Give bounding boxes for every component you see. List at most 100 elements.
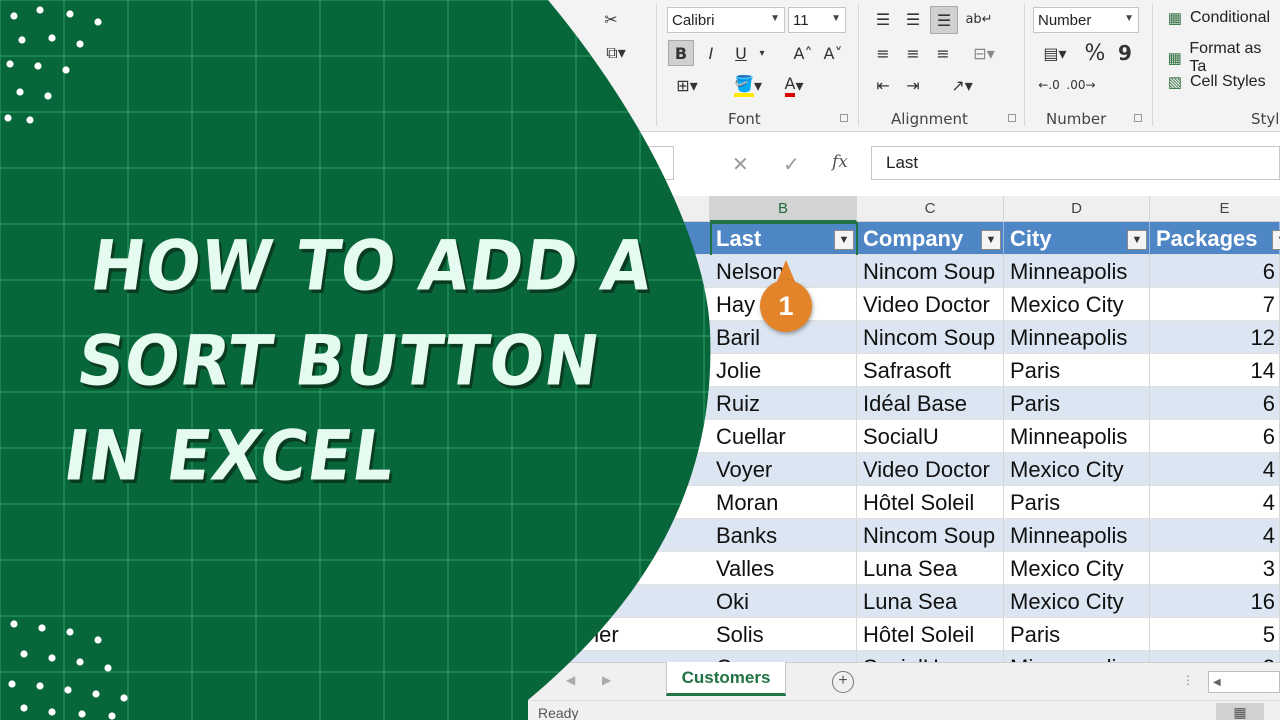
increase-font-icon[interactable]: A˄ xyxy=(790,40,816,66)
cell-company[interactable]: Video Doctor xyxy=(857,453,1004,486)
formula-input[interactable]: Last xyxy=(871,146,1280,180)
underline-button[interactable]: U xyxy=(728,40,754,66)
cell-company[interactable]: Hôtel Soleil xyxy=(857,486,1004,519)
align-top-icon[interactable]: ☰ xyxy=(870,6,896,32)
cell-company[interactable]: Idéal Base xyxy=(857,387,1004,420)
fill-color-icon[interactable]: 🪣 ▾ xyxy=(728,72,768,98)
more-icon[interactable]: ⋮ xyxy=(1182,673,1194,687)
cell-city[interactable]: Minneapolis xyxy=(1004,420,1150,453)
cell-styles-button[interactable]: ▧ Cell Styles xyxy=(1164,72,1266,92)
cell-city[interactable]: Mexico City xyxy=(1004,552,1150,585)
cell-city[interactable]: Minneapolis xyxy=(1004,519,1150,552)
cell-city[interactable]: Paris xyxy=(1004,618,1150,651)
row-number[interactable]: 13 xyxy=(535,618,557,651)
cell-company[interactable]: Nincom Soup xyxy=(857,519,1004,552)
font-color-icon[interactable]: A ▾ xyxy=(774,72,814,98)
decrease-font-icon[interactable]: A˅ xyxy=(820,40,846,66)
cell-last[interactable]: Ruiz xyxy=(710,387,857,420)
cell-first[interactable]: Sonia xyxy=(560,552,616,585)
cell-last[interactable]: Jolie xyxy=(710,354,857,387)
orientation-icon[interactable]: ↗▾ xyxy=(942,72,982,98)
font-name-select[interactable]: Calibri ▼ xyxy=(667,7,785,33)
cell-packages[interactable]: 3 xyxy=(1150,552,1280,585)
column-header-d[interactable]: D xyxy=(1004,196,1150,222)
normal-view-icon[interactable]: ▦ xyxy=(1216,703,1264,720)
cell-first[interactable]: Joel xyxy=(560,255,600,288)
row-number[interactable]: 7 xyxy=(535,420,546,453)
percent-style-button[interactable]: % xyxy=(1082,40,1108,66)
next-sheet-icon[interactable]: ▶ xyxy=(602,673,611,687)
cell-last[interactable]: Moran xyxy=(710,486,857,519)
row-number[interactable]: 11 xyxy=(535,552,556,585)
row-number[interactable]: 4 xyxy=(535,321,546,354)
filter-dropdown-icon[interactable]: ▼ xyxy=(981,230,1001,250)
column-header-e[interactable]: E xyxy=(1150,196,1280,222)
cell-first[interactable]: Joseph xyxy=(560,453,631,486)
cell-city[interactable]: Mexico City xyxy=(1004,288,1150,321)
row-number[interactable]: 9 xyxy=(535,486,546,519)
align-bottom-icon[interactable]: ☰ xyxy=(930,6,958,34)
cell-packages[interactable]: 4 xyxy=(1150,486,1280,519)
font-dialog-launcher-icon[interactable] xyxy=(840,114,848,122)
row-number[interactable]: 3 xyxy=(535,288,546,321)
cell-first[interactable]: Kerry xyxy=(560,585,613,618)
decrease-indent-icon[interactable]: ⇤ xyxy=(870,72,896,98)
merge-center-icon[interactable]: ⊟▾ xyxy=(964,40,1004,66)
cell-company[interactable]: Nincom Soup xyxy=(857,321,1004,354)
cell-last[interactable]: Banks xyxy=(710,519,857,552)
insert-function-icon[interactable]: fx xyxy=(832,152,848,172)
filter-dropdown-icon[interactable]: ▼ xyxy=(1127,230,1147,250)
italic-button[interactable]: I xyxy=(698,40,724,66)
cell-first[interactable]: Caroline xyxy=(560,354,642,387)
cell-city[interactable]: Minneapolis xyxy=(1004,255,1150,288)
number-dialog-launcher-icon[interactable] xyxy=(1134,114,1142,122)
row-number[interactable]: 5 xyxy=(535,354,546,387)
alignment-dialog-launcher-icon[interactable] xyxy=(1008,114,1016,122)
decrease-decimal-icon[interactable]: .00→ xyxy=(1066,72,1096,98)
copy-icon[interactable]: ⧉▾ xyxy=(598,40,634,66)
cell-last[interactable]: Cuellar xyxy=(710,420,857,453)
cell-city[interactable]: Paris xyxy=(1004,354,1150,387)
column-header-c[interactable]: C xyxy=(857,196,1004,222)
header-cell-packages[interactable]: Packages xyxy=(1150,222,1280,255)
cell-last[interactable]: Valles xyxy=(710,552,857,585)
increase-decimal-icon[interactable]: ←.0 xyxy=(1034,72,1064,98)
cell-city[interactable]: Paris xyxy=(1004,486,1150,519)
cell-city[interactable]: Minneapolis xyxy=(1004,321,1150,354)
borders-icon[interactable]: ⊞▾ xyxy=(668,72,706,98)
format-as-table-button[interactable]: ▦ Format as Ta xyxy=(1164,40,1280,76)
bold-button[interactable]: B xyxy=(668,40,694,66)
cell-packages[interactable]: 4 xyxy=(1150,519,1280,552)
cancel-icon[interactable]: ✕ xyxy=(732,152,749,177)
cell-city[interactable]: Paris xyxy=(1004,387,1150,420)
row-number[interactable]: 10 xyxy=(535,519,557,552)
conditional-formatting-button[interactable]: ▦ Conditional xyxy=(1164,8,1270,28)
underline-dropdown-icon[interactable]: ▾ xyxy=(754,40,770,66)
cell-first[interactable]: Robin xyxy=(560,519,617,552)
cell-company[interactable]: Safrasoft xyxy=(857,354,1004,387)
cell-first[interactable]: Daniel xyxy=(560,387,622,420)
cell-packages[interactable]: 16 xyxy=(1150,585,1280,618)
filter-dropdown-icon[interactable]: ▼ xyxy=(1272,230,1280,250)
row-number[interactable]: 8 xyxy=(535,453,546,486)
cell-company[interactable]: Video Doctor xyxy=(857,288,1004,321)
accounting-format-icon[interactable]: ▤▾ xyxy=(1034,40,1076,66)
sheet-tab-customers[interactable]: Customers xyxy=(666,662,786,696)
number-format-select[interactable]: Number ▼ xyxy=(1033,7,1139,33)
cell-city[interactable]: Mexico City xyxy=(1004,585,1150,618)
add-sheet-icon[interactable]: + xyxy=(832,671,854,693)
prev-sheet-icon[interactable]: ◀ xyxy=(566,673,575,687)
cell-packages[interactable]: 4 xyxy=(1150,453,1280,486)
cut-icon[interactable]: ✂ xyxy=(598,6,624,32)
cell-first[interactable]: Gina xyxy=(560,420,606,453)
row-number[interactable]: 6 xyxy=(535,387,546,420)
horizontal-scrollbar[interactable]: ◀ xyxy=(1208,671,1280,693)
align-middle-icon[interactable]: ☰ xyxy=(900,6,926,32)
cell-last[interactable]: Oki xyxy=(710,585,857,618)
comma-style-button[interactable]: 9 xyxy=(1112,40,1138,66)
name-box[interactable] xyxy=(540,146,674,180)
cell-packages[interactable]: 7 xyxy=(1150,288,1280,321)
cell-first[interactable]: Irene xyxy=(560,486,610,519)
cell-company[interactable]: Luna Sea xyxy=(857,585,1004,618)
row-number[interactable]: 12 xyxy=(535,585,557,618)
